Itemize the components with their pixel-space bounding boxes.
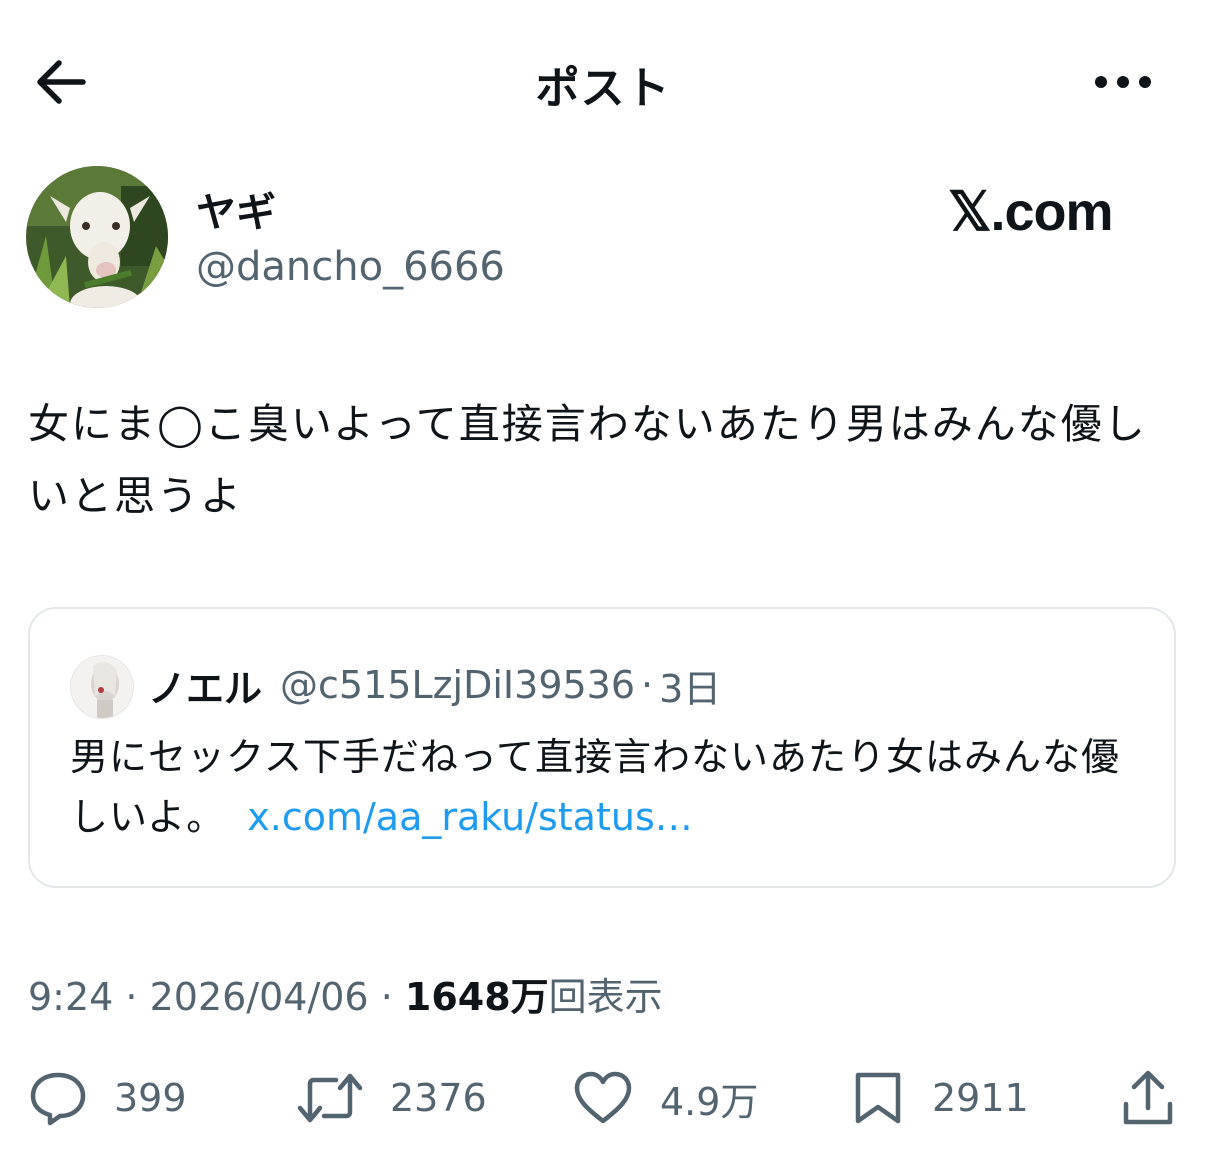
goat-avatar-image	[26, 166, 168, 308]
post-meta: 9:24 · 2026/04/06 · 1648万回表示	[28, 966, 663, 1021]
bookmark-count: 2911	[932, 1076, 1029, 1120]
bookmark-icon	[855, 1072, 901, 1124]
quoted-author-avatar	[70, 655, 134, 719]
quoted-post-card[interactable]: ノエル @c515LzjDiI39536 · 3日 男にセックス下手だねって直接…	[28, 607, 1176, 888]
reply-icon	[30, 1072, 86, 1126]
author-display-name[interactable]: ヤギ	[196, 180, 276, 238]
separator-dot: ·	[113, 975, 150, 1019]
action-bar: 399 2376 4.9万 2911	[0, 1060, 1206, 1136]
avatar-image	[71, 656, 133, 718]
bookmark-button[interactable]: 2911	[850, 1060, 1029, 1136]
reply-count: 399	[114, 1076, 187, 1120]
author-avatar[interactable]	[26, 166, 168, 308]
top-nav-bar: ポスト	[0, 0, 1206, 160]
separator-dot: ·	[368, 975, 405, 1019]
author-handle[interactable]: @dancho_6666	[196, 244, 505, 290]
quoted-author-handle: @c515LzjDiI39536	[280, 663, 636, 707]
page-title: ポスト	[535, 63, 671, 114]
separator-dot: ·	[641, 663, 654, 707]
x-logo: 𝕏.com	[948, 182, 1114, 242]
like-button[interactable]: 4.9万	[572, 1060, 758, 1136]
repost-button[interactable]: 2376	[296, 1060, 487, 1136]
quoted-post-text: 男にセックス下手だねって直接言わないあたり女はみんな優しいよ。 x.com/aa_…	[70, 727, 1150, 847]
quoted-author-name: ノエル	[148, 666, 263, 711]
quoted-post-time: 3日	[659, 666, 722, 711]
repost-icon	[297, 1073, 363, 1123]
more-options-button[interactable]	[1088, 60, 1158, 104]
quoted-post-header: ノエル @c515LzjDiI39536 · 3日	[148, 655, 721, 715]
post-time: 9:24	[28, 975, 114, 1019]
views-label: 回表示	[548, 975, 663, 1019]
views-count[interactable]: 1648万	[405, 975, 549, 1019]
share-button[interactable]	[1120, 1060, 1176, 1136]
repost-count: 2376	[390, 1076, 487, 1120]
post-date: 2026/04/06	[149, 975, 369, 1019]
share-icon	[1123, 1070, 1173, 1125]
post-text: 女にま◯こ臭いよって直接言わないあたり男はみんな優しいと思うよ	[28, 400, 1147, 520]
reply-button[interactable]: 399	[28, 1060, 187, 1136]
heart-icon	[574, 1071, 632, 1124]
quoted-post-link[interactable]: x.com/aa_raku/status…	[247, 795, 693, 839]
more-horizontal-icon	[1095, 76, 1151, 88]
like-count: 4.9万	[660, 1079, 759, 1124]
